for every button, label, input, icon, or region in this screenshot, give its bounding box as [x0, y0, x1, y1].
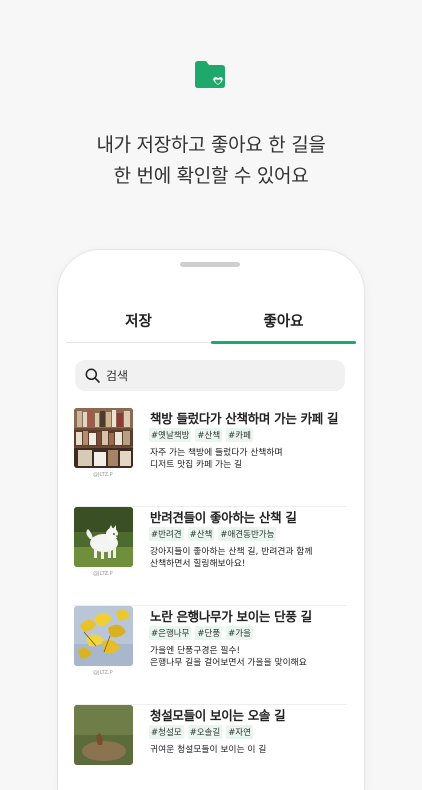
folder-heart-icon [195, 61, 225, 88]
description-line: 디저트 맛집 카페 가는 길 [150, 460, 243, 470]
headline: 내가 저장하고 좋아요 한 길을 한 번에 확인할 수 있어요 [0, 130, 422, 192]
description-line: 귀여운 청설모들이 보이는 이 길 [150, 745, 267, 755]
photo-credit: @JLTZ.P [93, 571, 113, 577]
photo-credit: @JLTZ.P [93, 472, 113, 478]
phone-notch [180, 262, 240, 267]
list-item[interactable]: @JLTZ.P 노란 은행나무가 보이는 단풍 길 #은행나무 #단풍 #가을 … [73, 606, 347, 705]
route-description: 가을엔 단풍구경은 필수! 은행나무 길을 걸어보면서 가을을 맞이해요 [150, 645, 307, 669]
description-line: 은행나무 길을 걸어보면서 가을을 맞이해요 [150, 658, 307, 668]
headline-line-1: 내가 저장하고 좋아요 한 길을 [96, 134, 326, 156]
description-line: 강아지들이 좋아하는 산책 길, 반려견과 함께 [150, 547, 313, 557]
white-dog-thumbnail [74, 507, 133, 567]
route-description: 귀여운 청설모들이 보이는 이 길 [150, 744, 266, 756]
route-description: 강아지들이 좋아하는 산책 길, 반려견과 함께 산책하면서 힐링해보아요! [150, 546, 312, 570]
search-icon [85, 368, 100, 383]
bookshop-thumbnail [74, 408, 133, 468]
tag[interactable]: #단풍 [195, 626, 223, 640]
tag[interactable]: #옛날책방 [149, 428, 192, 442]
phone-mockup: 저장 좋아요 검색 @JLTZ.P 책방 들렀다가 산책하며 가는 카페 길 #… [58, 250, 364, 790]
tag-list: #청설모 #오솔길 #자연 [149, 725, 253, 739]
tag-list: #은행나무 #단풍 #가을 [149, 626, 253, 640]
tag[interactable]: #산책 [195, 428, 223, 442]
headline-line-2: 한 번에 확인할 수 있어요 [113, 165, 309, 187]
tag[interactable]: #오솔길 [187, 725, 223, 739]
tag-list: #옛날책방 #산책 #카페 [149, 428, 253, 442]
route-title: 청설모들이 보이는 오솔 길 [150, 708, 286, 723]
route-title: 책방 들렀다가 산책하며 가는 카페 길 [150, 411, 339, 426]
liked-routes-list-rest: @JLTZ.P 반려견들이 좋아하는 산책 길 #반려견 #산책 #애견동반가능… [73, 507, 347, 790]
tab-bar: 저장 좋아요 [66, 300, 356, 344]
search-bar[interactable] [75, 360, 345, 391]
photo-credit: @JLTZ.P [93, 670, 113, 676]
tag[interactable]: #가을 [226, 626, 253, 640]
route-title: 반려견들이 좋아하는 산책 길 [150, 510, 297, 525]
ginkgo-leaves-thumbnail [74, 606, 133, 666]
tab-indicator [211, 341, 356, 344]
description-line: 가을엔 단풍구경은 필수! [150, 646, 241, 656]
description-line: 산책하면서 힐링해보아요! [150, 559, 246, 569]
description-line: 자주 가는 책방에 들렀다가 산책하며 [150, 448, 283, 458]
tag[interactable]: #청설모 [149, 725, 184, 739]
tab-liked[interactable]: 좋아요 [211, 300, 356, 340]
list-item[interactable]: @JLTZ.P 반려견들이 좋아하는 산책 길 #반려견 #산책 #애견동반가능… [73, 507, 347, 606]
tag-list: #반려견 #산책 #애견동반가능 [149, 527, 277, 541]
list-item[interactable]: 청설모들이 보이는 오솔 길 #청설모 #오솔길 #자연 귀여운 청설모들이 보… [73, 705, 347, 790]
route-description: 자주 가는 책방에 들렀다가 산책하며 디저트 맛집 카페 가는 길 [150, 447, 283, 471]
tag[interactable]: #자연 [226, 725, 253, 739]
tab-saved[interactable]: 저장 [66, 300, 211, 340]
squirrel-path-thumbnail [74, 705, 133, 765]
tag[interactable]: #반려견 [149, 527, 184, 541]
tag[interactable]: #카페 [226, 428, 253, 442]
tag[interactable]: #산책 [187, 527, 215, 541]
liked-routes-list: @JLTZ.P 책방 들렀다가 산책하며 가는 카페 길 #옛날책방 #산책 #… [73, 408, 347, 507]
route-title: 노란 은행나무가 보이는 단풍 길 [150, 609, 312, 624]
list-item[interactable]: @JLTZ.P 책방 들렀다가 산책하며 가는 카페 길 #옛날책방 #산책 #… [73, 408, 347, 507]
search-input[interactable] [104, 367, 328, 384]
tag[interactable]: #애견동반가능 [218, 527, 277, 541]
tag[interactable]: #은행나무 [149, 626, 192, 640]
